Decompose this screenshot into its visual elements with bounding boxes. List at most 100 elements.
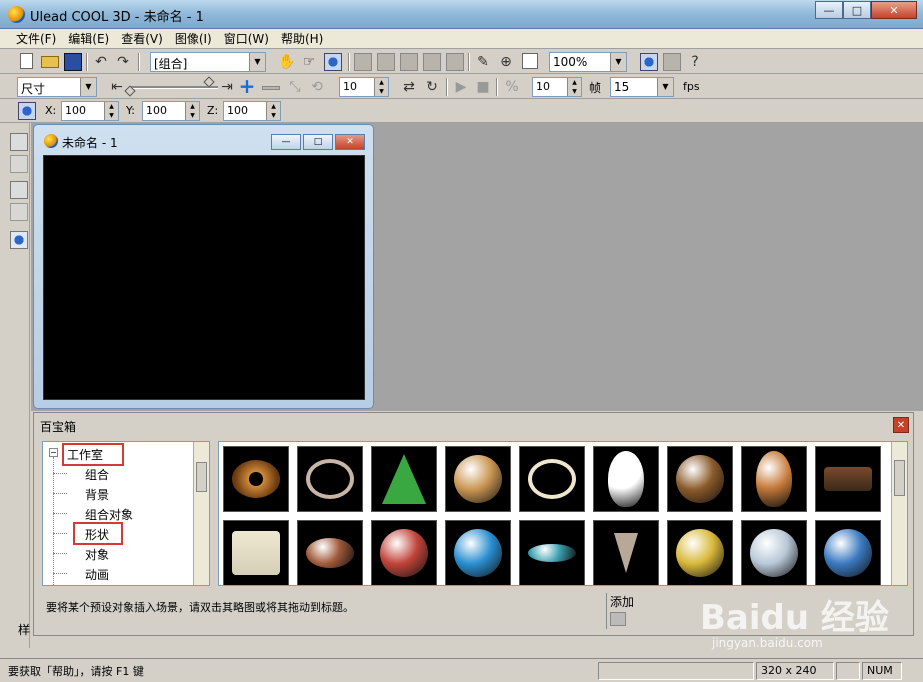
- menu-help[interactable]: 帮助(H): [275, 30, 329, 47]
- timeline-slider[interactable]: [130, 86, 218, 89]
- thumbnail-chrome-sphere[interactable]: [741, 520, 807, 585]
- insert-graphic-icon[interactable]: [10, 181, 28, 199]
- layout-icon-3[interactable]: [400, 53, 418, 71]
- help-cursor-icon[interactable]: ?: [686, 53, 704, 71]
- refresh-icon[interactable]: ↻: [423, 78, 441, 96]
- y-spinner[interactable]: 100 ▲ ▼: [142, 101, 200, 121]
- thumbnail-bun[interactable]: [445, 446, 511, 512]
- zoom-combo[interactable]: 100% ▼: [549, 52, 627, 72]
- tree-scrollbar-thumb[interactable]: [196, 462, 207, 492]
- thumbnail-ring[interactable]: [297, 446, 363, 512]
- thumbnail-chocolate[interactable]: [815, 446, 881, 512]
- percent-icon[interactable]: %: [503, 78, 521, 96]
- rotate-hand-icon[interactable]: ☞: [300, 53, 318, 71]
- menu-view[interactable]: 查看(V): [115, 30, 169, 47]
- close-button[interactable]: ✕: [871, 1, 917, 19]
- tree-collapse-icon[interactable]: −: [49, 448, 58, 457]
- insert-geometric-icon[interactable]: [10, 231, 28, 249]
- insert-text-icon[interactable]: [10, 133, 28, 151]
- thumbnail-gingerbread[interactable]: [741, 446, 807, 512]
- thumbnail-basketball[interactable]: [371, 520, 437, 585]
- minimize-button[interactable]: —: [815, 1, 843, 19]
- layout-icon-2[interactable]: [377, 53, 395, 71]
- thumbnail-donut[interactable]: [223, 446, 289, 512]
- tree-scrollbar[interactable]: [193, 442, 209, 585]
- position-mode-icon[interactable]: [18, 102, 36, 120]
- status-bar: 要获取「帮助」，请按 F1 键 320 x 240 NUM: [0, 658, 923, 682]
- doc-close-button[interactable]: ✕: [335, 134, 365, 150]
- add-button[interactable]: 添加: [606, 593, 646, 629]
- thumbnail-scrollbar[interactable]: [891, 442, 907, 585]
- edit-text-icon[interactable]: [10, 155, 28, 173]
- tree-node-background[interactable]: 背景: [85, 486, 109, 503]
- menu-window[interactable]: 窗口(W): [218, 30, 275, 47]
- tree-node-object[interactable]: 对象: [85, 546, 109, 563]
- thumbnail-drill[interactable]: [593, 520, 659, 585]
- menu-file[interactable]: 文件(F): [10, 30, 62, 47]
- menu-image[interactable]: 图像(I): [169, 30, 218, 47]
- x-spinner[interactable]: 100 ▲ ▼: [61, 101, 119, 121]
- frame-count-spinner[interactable]: 10 ▲ ▼: [532, 77, 582, 97]
- thumbnail-cone[interactable]: [371, 446, 437, 512]
- reverse-icon[interactable]: ⟲: [308, 78, 326, 96]
- chevron-down-icon[interactable]: ▼: [610, 53, 626, 71]
- stop-icon[interactable]: ■: [474, 78, 492, 96]
- render-icon[interactable]: [640, 53, 658, 71]
- globe-icon[interactable]: ⊕: [497, 53, 515, 71]
- thumbnail-pearl-necklace[interactable]: [519, 446, 585, 512]
- palette-close-button[interactable]: ✕: [893, 417, 909, 433]
- thumbnail-esc-key[interactable]: [223, 520, 289, 585]
- doc-maximize-button[interactable]: □: [303, 134, 333, 150]
- new-file-icon[interactable]: [20, 53, 33, 69]
- maximize-button[interactable]: □: [843, 1, 871, 19]
- tree-node-animation[interactable]: 动画: [85, 566, 109, 583]
- chevron-down-icon[interactable]: ▼: [657, 78, 673, 96]
- thumbnail-football[interactable]: [297, 520, 363, 585]
- open-folder-icon[interactable]: [41, 56, 59, 68]
- spinner-arrows[interactable]: ▲ ▼: [104, 102, 118, 120]
- layout-icon-1[interactable]: [354, 53, 372, 71]
- object-select-icon[interactable]: [324, 53, 342, 71]
- frame-number-spinner[interactable]: 10 ▲ ▼: [339, 77, 389, 97]
- redo-icon[interactable]: ↷: [114, 53, 132, 71]
- doc-minimize-button[interactable]: —: [271, 134, 301, 150]
- thumbnail-pyramid-face[interactable]: [667, 520, 733, 585]
- thumbnail-scrollbar-thumb[interactable]: [894, 460, 905, 496]
- spinner-arrows[interactable]: ▲ ▼: [185, 102, 199, 120]
- edit-graphic-icon[interactable]: [10, 203, 28, 221]
- split-icon[interactable]: ⤡: [286, 78, 304, 96]
- thumbnail-spinning-top[interactable]: [519, 520, 585, 585]
- size-combo[interactable]: 尺寸 ▼: [17, 77, 97, 97]
- loop-icon[interactable]: ⇄: [400, 78, 418, 96]
- group-combo[interactable]: [组合] ▼: [150, 52, 266, 72]
- remove-keyframe-icon[interactable]: [262, 86, 280, 90]
- spinner-arrows[interactable]: ▲ ▼: [266, 102, 280, 120]
- hand-icon[interactable]: ✋: [278, 53, 296, 71]
- save-icon[interactable]: [64, 53, 82, 71]
- thumbnail-earth[interactable]: [815, 520, 881, 585]
- add-keyframe-icon[interactable]: +: [238, 76, 256, 96]
- chevron-down-icon[interactable]: ▼: [80, 78, 96, 96]
- thumbnail-beach-ball[interactable]: [445, 520, 511, 585]
- z-spinner[interactable]: 100 ▲ ▼: [223, 101, 281, 121]
- thumbnail-grid: [218, 441, 908, 586]
- chevron-down-icon[interactable]: ▼: [249, 53, 265, 71]
- checklist-icon[interactable]: [522, 53, 538, 69]
- spinner-arrows[interactable]: ▲ ▼: [374, 78, 388, 96]
- export-icon[interactable]: [663, 53, 681, 71]
- wand-icon[interactable]: ✎: [474, 53, 492, 71]
- scene-canvas[interactable]: [43, 155, 365, 400]
- layout-icon-4[interactable]: [423, 53, 441, 71]
- tree-node-composition[interactable]: 组合: [85, 466, 109, 483]
- thumbnail-bear[interactable]: [667, 446, 733, 512]
- play-icon[interactable]: ▶: [452, 78, 470, 96]
- tree-node-composition-object[interactable]: 组合对象: [85, 506, 133, 523]
- undo-icon[interactable]: ↶: [92, 53, 110, 71]
- thumbnail-snowman[interactable]: [593, 446, 659, 512]
- prev-frame-icon[interactable]: ⇤: [108, 78, 126, 96]
- layout-icon-5[interactable]: [446, 53, 464, 71]
- next-frame-icon[interactable]: ⇥: [218, 78, 236, 96]
- fps-combo[interactable]: 15 ▼: [610, 77, 674, 97]
- menu-edit[interactable]: 编辑(E): [62, 30, 115, 47]
- spinner-arrows[interactable]: ▲ ▼: [567, 78, 581, 96]
